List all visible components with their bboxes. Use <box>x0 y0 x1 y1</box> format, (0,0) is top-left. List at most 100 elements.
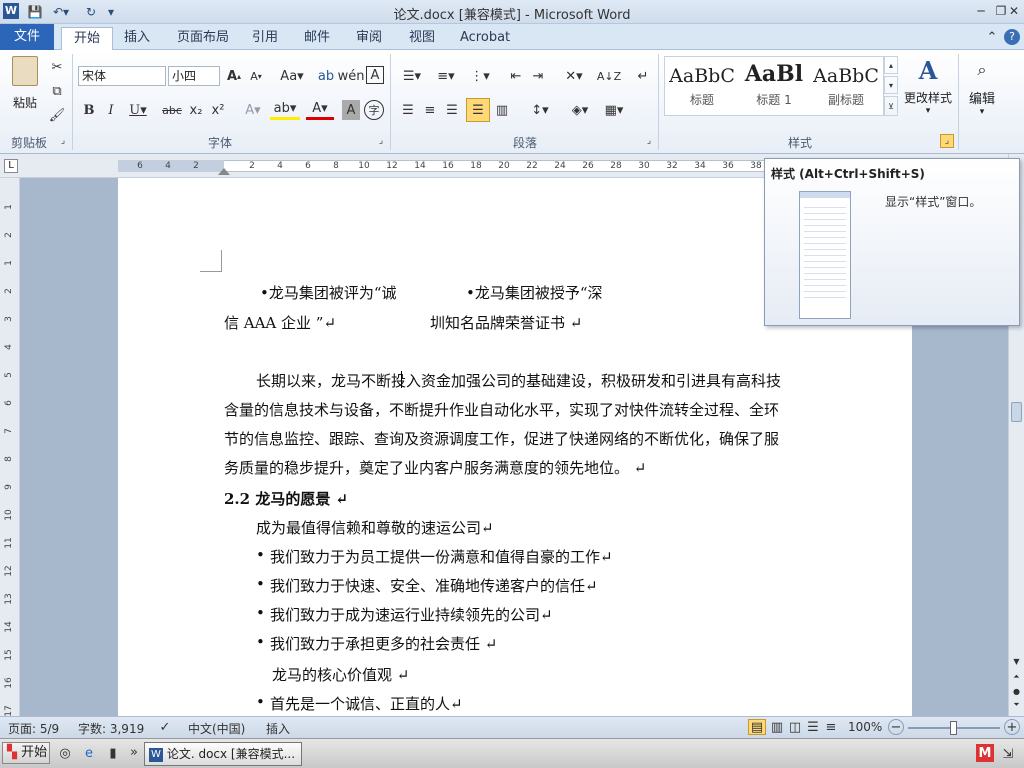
enclose-char-icon[interactable]: 字 <box>364 100 384 120</box>
char-shading-icon[interactable]: A <box>342 100 360 120</box>
change-styles-button[interactable]: A 更改样式 ▾ <box>902 56 954 122</box>
tab-file[interactable]: 文件 <box>0 24 54 50</box>
outline-view-icon[interactable]: ☰ <box>804 719 822 735</box>
help-icon[interactable]: ? <box>1004 29 1020 45</box>
zoom-slider-thumb[interactable] <box>950 721 957 735</box>
next-page-icon[interactable]: ⏷ <box>1010 698 1023 712</box>
tab-mailings[interactable]: 邮件 <box>292 27 342 50</box>
clipboard-launcher-icon[interactable]: ⌟ <box>58 136 68 146</box>
tab-view[interactable]: 视图 <box>397 27 447 50</box>
shrink-font-icon[interactable]: A ▾ <box>246 66 266 86</box>
paragraph-line: 含量的信息技术与设备，不断提升作业自动化水平，实现了对快件流转全过程、全环 <box>224 401 780 419</box>
draft-view-icon[interactable]: ≡ <box>822 719 840 735</box>
grow-font-icon[interactable]: A ▴ <box>224 66 244 86</box>
paragraph-launcher-icon[interactable]: ⌟ <box>644 136 654 146</box>
tab-selector[interactable]: L <box>4 159 18 173</box>
tab-insert[interactable]: 插入 <box>112 27 162 50</box>
more-icon[interactable]: » <box>128 743 140 761</box>
text-effects-icon[interactable]: A▾ <box>240 100 266 120</box>
style-heading1[interactable]: AaBl 标题 1 <box>741 59 807 115</box>
tab-page-layout[interactable]: 页面布局 <box>165 27 241 50</box>
font-name-combo[interactable]: 宋体 <box>78 66 166 86</box>
distributed-icon[interactable]: ▥ <box>492 100 512 120</box>
subscript-icon[interactable]: x₂ <box>186 100 206 120</box>
title-bar: W 💾 ↶▾ ↻ ▾ 论文.docx [兼容模式] - Microsoft Wo… <box>0 0 1024 24</box>
borders-icon[interactable]: ▦▾ <box>600 100 628 120</box>
proofing-icon[interactable]: ✓ <box>156 719 174 735</box>
zoom-level[interactable]: 100% <box>848 720 882 734</box>
char-border-icon[interactable]: A <box>366 66 384 84</box>
decrease-indent-icon[interactable]: ⇤ <box>506 66 526 86</box>
browse-object-icon[interactable]: ● <box>1010 684 1023 698</box>
scroll-thumb[interactable] <box>1011 402 1022 422</box>
superscript-icon[interactable]: x² <box>208 100 228 120</box>
line-spacing-icon[interactable]: ↕▾ <box>526 100 554 120</box>
tray-m-icon[interactable]: M <box>976 744 994 762</box>
style-subtitle[interactable]: AaBbC 副标题 <box>813 59 879 115</box>
zoom-slider[interactable] <box>908 721 1000 735</box>
phonetic-guide-icon[interactable]: wén <box>338 66 365 86</box>
tab-acrobat[interactable]: Acrobat <box>448 27 522 50</box>
shading-icon[interactable]: ◈▾ <box>566 100 594 120</box>
align-right-icon[interactable]: ☰ <box>442 100 462 120</box>
numbering-icon[interactable]: ≡▾ <box>432 66 460 86</box>
close-button[interactable]: ✕ <box>1004 2 1024 20</box>
change-case-icon[interactable]: Aa▾ <box>278 66 306 86</box>
collapse-ribbon-icon[interactable]: ⌃ <box>985 29 999 45</box>
increase-indent-icon[interactable]: ⇥ <box>528 66 548 86</box>
show-marks-icon[interactable]: ↵ <box>634 66 652 86</box>
start-button[interactable]: ▚ 开始 <box>2 742 50 764</box>
quicklaunch-icon[interactable]: ◎ <box>56 744 74 762</box>
format-painter-icon[interactable]: 🖌 <box>48 106 66 124</box>
zoom-out-icon[interactable]: − <box>888 719 904 735</box>
tab-home[interactable]: 开始 <box>61 27 114 50</box>
strikethrough-icon[interactable]: abc <box>160 100 184 120</box>
bullets-icon[interactable]: ☰▾ <box>398 66 426 86</box>
highlight-icon[interactable]: ab▾ <box>270 100 300 120</box>
multilevel-list-icon[interactable]: ⋮▾ <box>466 66 494 86</box>
tab-review[interactable]: 审阅 <box>344 27 394 50</box>
copy-icon[interactable]: ⧉ <box>48 82 66 100</box>
font-size-combo[interactable]: 小四 <box>168 66 220 86</box>
underline-icon[interactable]: U▾ <box>124 100 152 120</box>
editing-dropdown-icon: ▾ <box>979 107 985 117</box>
prev-page-icon[interactable]: ⏶ <box>1010 670 1023 684</box>
justify-icon[interactable]: ☰ <box>466 98 490 122</box>
paste-icon <box>12 56 38 86</box>
tab-references[interactable]: 引用 <box>240 27 290 50</box>
align-left-icon[interactable]: ☰ <box>398 100 418 120</box>
page-count[interactable]: 页面: 5/9 <box>8 720 59 737</box>
zoom-in-icon[interactable]: + <box>1004 719 1020 735</box>
web-layout-view-icon[interactable]: ◫ <box>786 719 804 735</box>
minimize-button[interactable]: ─ <box>970 2 992 20</box>
indent-marker[interactable] <box>218 168 230 175</box>
bold-icon[interactable]: B <box>80 100 98 120</box>
sort-icon[interactable]: A↓Z <box>597 66 621 86</box>
paste-label: 粘贴 <box>12 96 37 110</box>
language-status[interactable]: 中文(中国) <box>188 720 245 737</box>
tray-arrow-icon[interactable]: ⇲ <box>1000 745 1016 763</box>
gallery-more-icon[interactable]: ⊻ <box>884 96 898 116</box>
italic-icon[interactable]: I <box>102 100 120 120</box>
cut-icon[interactable]: ✂ <box>48 58 66 76</box>
chinese-layout-icon[interactable]: ✕▾ <box>560 66 588 86</box>
align-center-icon[interactable]: ≡ <box>420 100 440 120</box>
styles-launcher-icon[interactable]: ⌟ <box>940 134 954 148</box>
style-title[interactable]: AaBbC 标题 <box>669 59 735 115</box>
editing-button[interactable]: ⌕ 编辑 ▾ <box>962 56 1002 122</box>
ie-icon[interactable]: e <box>80 744 98 762</box>
gallery-scroll-down-icon[interactable]: ▾ <box>884 76 898 94</box>
print-layout-view-icon[interactable]: ▤ <box>748 719 766 735</box>
task-word[interactable]: W 论文. docx [兼容模式... <box>144 742 302 766</box>
gallery-scroll-up-icon[interactable]: ▴ <box>884 56 898 74</box>
font-color-icon[interactable]: A▾ <box>306 100 334 120</box>
insert-mode[interactable]: 插入 <box>266 720 290 737</box>
clear-format-icon[interactable]: ab <box>316 66 336 86</box>
font-launcher-icon[interactable]: ⌟ <box>376 136 386 146</box>
word-count[interactable]: 字数: 3,919 <box>78 720 144 737</box>
scroll-down-icon[interactable]: ▼ <box>1010 654 1023 668</box>
paste-button[interactable]: 粘贴 <box>6 56 44 116</box>
full-screen-view-icon[interactable]: ▥ <box>768 719 786 735</box>
app-icon[interactable]: ▮ <box>104 744 122 762</box>
styles-pane-preview <box>799 191 851 319</box>
